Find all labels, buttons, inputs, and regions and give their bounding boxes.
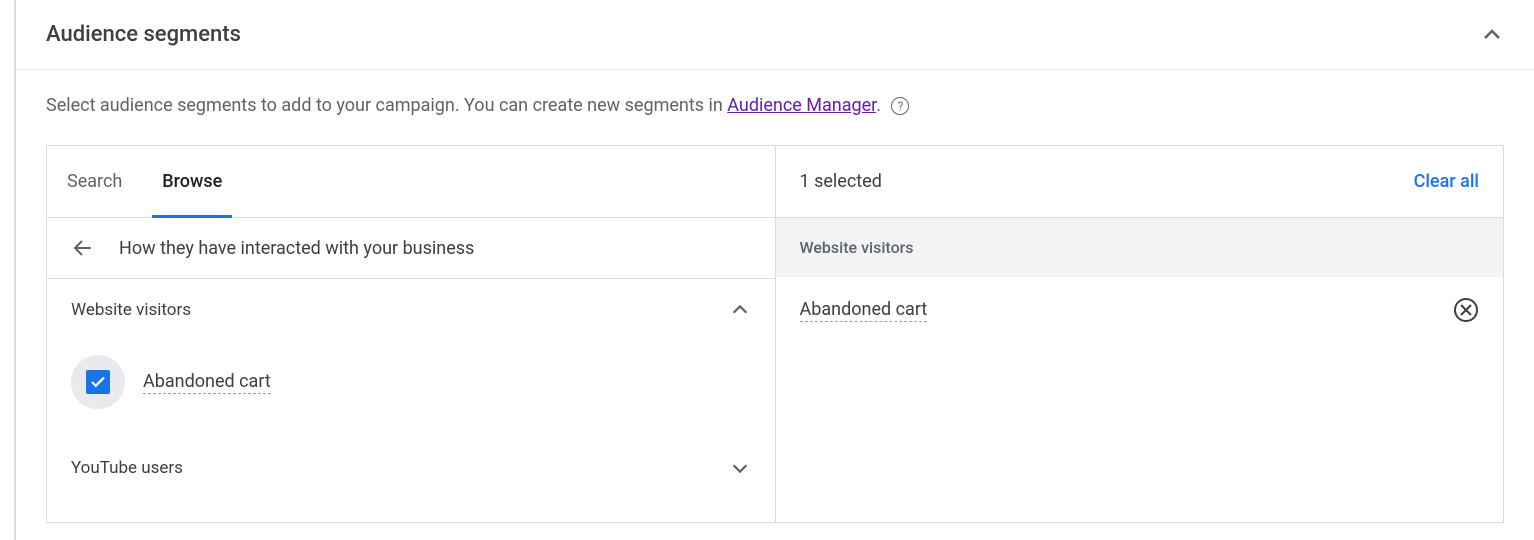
selected-panel: 1 selected Clear all Website visitors Ab… <box>776 146 1504 522</box>
category-label: Website visitors <box>71 300 191 320</box>
collapse-icon[interactable] <box>1480 23 1504 47</box>
audience-manager-link[interactable]: Audience Manager <box>727 95 876 116</box>
selected-count: 1 selected <box>800 171 882 192</box>
category-youtube-users[interactable]: YouTube users <box>47 437 775 499</box>
description-text: Select audience segments to add to your … <box>16 70 1534 129</box>
selected-group-header: Website visitors <box>776 218 1504 277</box>
clear-all-button[interactable]: Clear all <box>1414 171 1479 192</box>
selected-item-label: Abandoned cart <box>800 299 928 322</box>
checkbox-checked[interactable] <box>86 370 110 394</box>
breadcrumb-label: How they have interacted with your busin… <box>119 238 474 259</box>
check-icon <box>89 373 107 391</box>
checkbox-halo <box>71 355 125 409</box>
tab-browse[interactable]: Browse <box>162 146 222 217</box>
remove-icon[interactable] <box>1453 297 1479 323</box>
chevron-down-icon <box>729 457 751 479</box>
section-header: Audience segments <box>16 0 1534 70</box>
selected-item-row: Abandoned cart <box>776 277 1504 343</box>
breadcrumb: How they have interacted with your busin… <box>47 218 775 279</box>
category-label: YouTube users <box>71 458 183 478</box>
segment-label: Abandoned cart <box>143 371 271 394</box>
section-title: Audience segments <box>46 22 241 47</box>
segments-panel: Search Browse How they have interacted w… <box>46 145 1504 523</box>
category-website-visitors[interactable]: Website visitors <box>47 279 775 341</box>
selected-header: 1 selected Clear all <box>776 146 1504 218</box>
back-arrow-icon[interactable] <box>71 236 95 260</box>
chevron-up-icon <box>729 299 751 321</box>
tab-search[interactable]: Search <box>67 146 122 217</box>
tabs: Search Browse <box>47 146 775 218</box>
segment-item-abandoned-cart[interactable]: Abandoned cart <box>47 341 775 437</box>
description-suffix: . <box>876 95 881 116</box>
description-prefix: Select audience segments to add to your … <box>46 95 727 116</box>
browse-panel: Search Browse How they have interacted w… <box>47 146 776 522</box>
help-icon[interactable]: ? <box>891 97 909 115</box>
